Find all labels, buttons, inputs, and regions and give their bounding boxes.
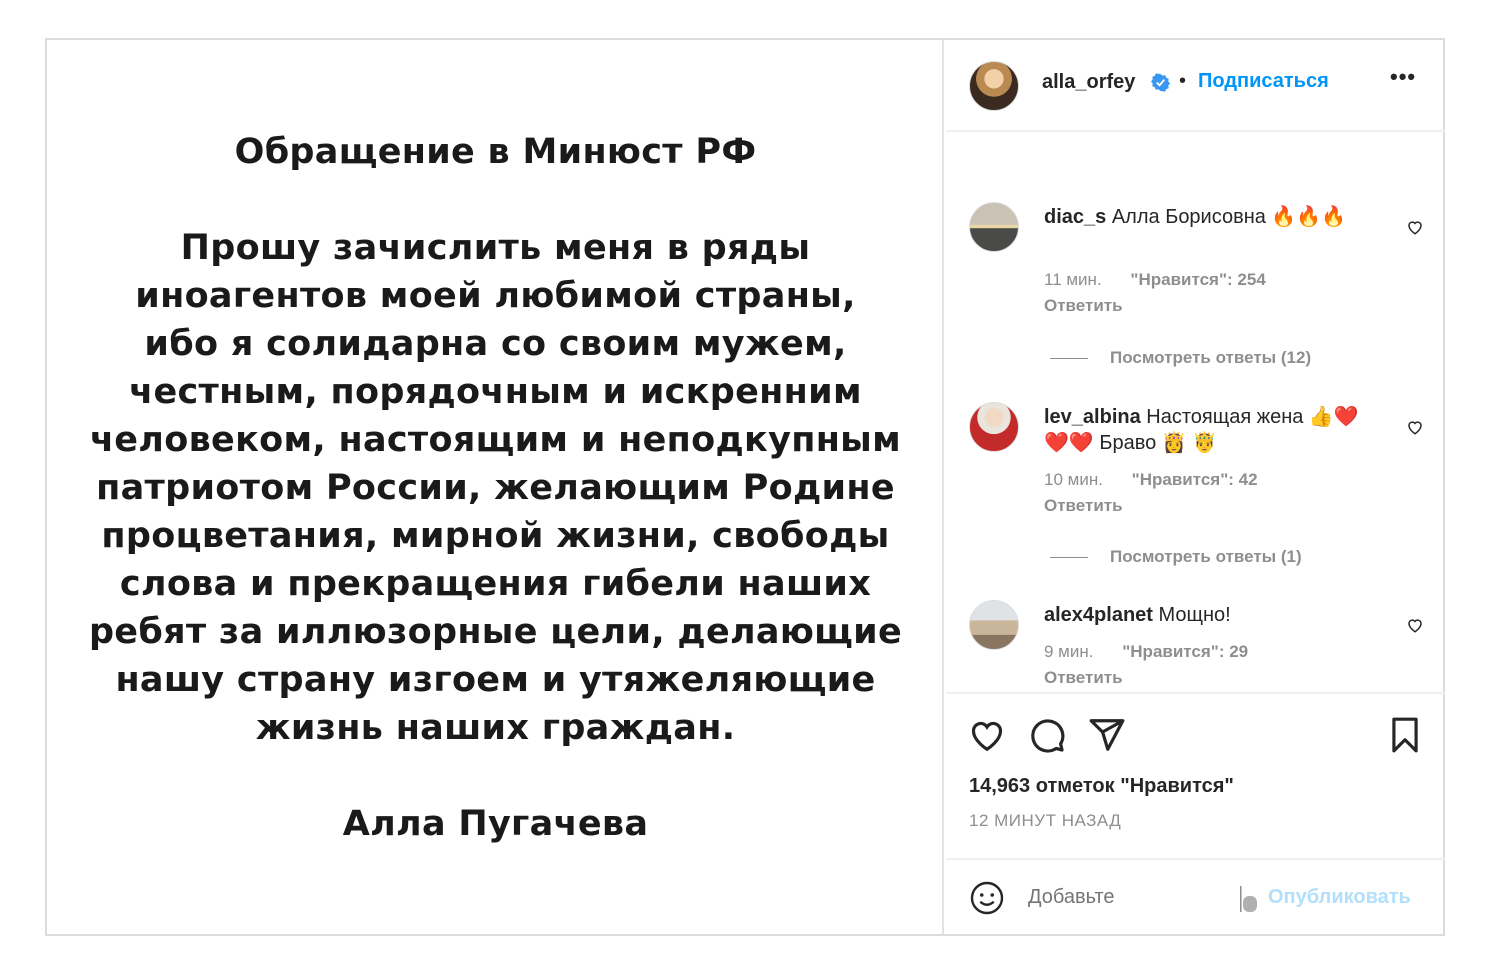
avatar[interactable] <box>969 402 1019 452</box>
more-options-button[interactable]: ••• <box>1390 64 1416 90</box>
heart-icon[interactable] <box>968 716 1006 754</box>
likes-count[interactable]: 14,963 отметок "Нравится" <box>969 775 1234 798</box>
heart-icon[interactable] <box>1406 616 1424 634</box>
bookmark-icon[interactable] <box>1386 716 1424 754</box>
comment-meta: 9 мин. "Нравится": 29 <box>1044 642 1248 662</box>
comment-body: Мощно! <box>1158 604 1231 626</box>
comment-username[interactable]: lev_albina <box>1044 406 1141 428</box>
verified-badge-icon <box>1151 73 1170 92</box>
heart-icon[interactable] <box>1406 218 1424 236</box>
share-icon[interactable] <box>1088 716 1126 754</box>
avatar[interactable] <box>969 202 1019 252</box>
post-actions: 14,963 отметок "Нравится" 12 МИНУТ НАЗАД <box>946 692 1445 858</box>
cursor-icon <box>1240 886 1257 912</box>
comment-time[interactable]: 10 мин. <box>1044 470 1103 489</box>
avatar[interactable] <box>969 61 1019 111</box>
comment-likes[interactable]: "Нравится": 42 <box>1132 470 1258 489</box>
comment-body: Алла Борисовна 🔥🔥🔥 <box>1111 206 1347 228</box>
add-comment-bar: Опубликовать <box>946 858 1445 934</box>
post-sidebar: alla_orfey • Подписаться ••• diac_s Алла… <box>946 40 1445 934</box>
comment-meta: 11 мин. "Нравится": 254 <box>1044 270 1266 290</box>
replies-divider <box>1050 358 1088 360</box>
post-signature: Алла Пугачева <box>342 804 649 844</box>
comment-meta: 10 мин. "Нравится": 42 <box>1044 470 1258 490</box>
comment-likes[interactable]: "Нравится": 29 <box>1122 642 1248 661</box>
replies-divider <box>1050 557 1088 559</box>
emoji-icon[interactable] <box>969 880 1005 916</box>
comment-username[interactable]: alex4planet <box>1044 604 1153 626</box>
comment-text: lev_albina Настоящая жена 👍❤️❤️❤️ Браво … <box>1044 404 1369 456</box>
comment-icon[interactable] <box>1028 716 1066 754</box>
comment-input[interactable] <box>1028 886 1228 909</box>
comments-list: diac_s Алла Борисовна 🔥🔥🔥 11 мин. "Нрави… <box>946 134 1445 692</box>
reply-button[interactable]: Ответить <box>1044 296 1123 316</box>
heart-icon[interactable] <box>1406 418 1424 436</box>
post-timestamp[interactable]: 12 МИНУТ НАЗАД <box>969 811 1121 831</box>
avatar[interactable] <box>969 600 1019 650</box>
post-image: Обращение в Минюст РФ Прошу зачислить ме… <box>47 40 944 934</box>
post-text-block: Обращение в Минюст РФ Прошу зачислить ме… <box>47 128 944 848</box>
comment-text: alex4planet Мощно! <box>1044 602 1369 628</box>
post-header: alla_orfey • Подписаться ••• <box>946 40 1445 132</box>
post-body: Прошу зачислить меня в ряды иноагентов м… <box>88 228 903 748</box>
view-replies-button[interactable]: Посмотреть ответы (1) <box>1050 547 1302 567</box>
reply-button[interactable]: Ответить <box>1044 496 1123 516</box>
comment-likes[interactable]: "Нравится": 254 <box>1130 270 1265 289</box>
comment-time[interactable]: 9 мин. <box>1044 642 1093 661</box>
view-replies-button[interactable]: Посмотреть ответы (12) <box>1050 348 1311 368</box>
comment-time[interactable]: 11 мин. <box>1044 270 1102 289</box>
reply-button[interactable]: Ответить <box>1044 668 1123 688</box>
author-username[interactable]: alla_orfey <box>1042 71 1135 94</box>
post-title: Обращение в Минюст РФ <box>234 132 757 172</box>
comment-text: diac_s Алла Борисовна 🔥🔥🔥 <box>1044 204 1369 230</box>
comment-username[interactable]: diac_s <box>1044 206 1106 228</box>
view-replies-label: Посмотреть ответы (12) <box>1110 348 1312 367</box>
publish-button[interactable]: Опубликовать <box>1268 886 1411 909</box>
view-replies-label: Посмотреть ответы (1) <box>1110 547 1302 566</box>
follow-button[interactable]: Подписаться <box>1198 70 1329 93</box>
post-card: Обращение в Минюст РФ Прошу зачислить ме… <box>45 38 1445 936</box>
separator-dot: • <box>1179 70 1187 92</box>
